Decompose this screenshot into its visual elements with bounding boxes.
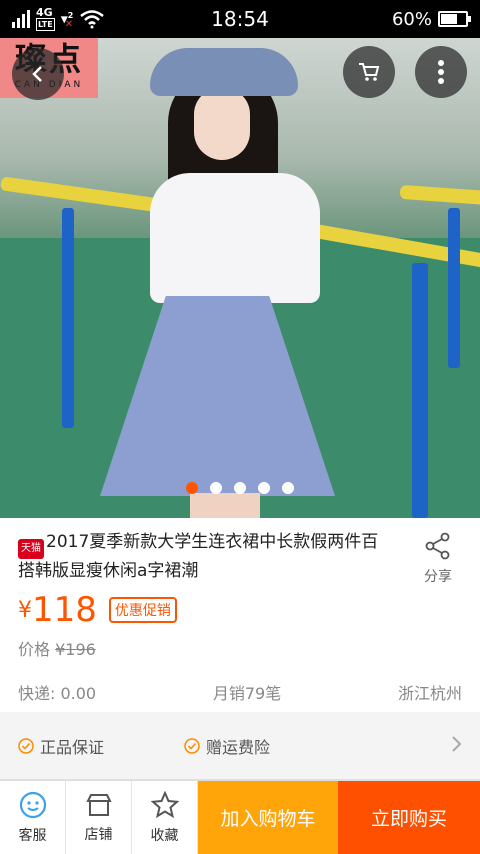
shipping-fee: 快递: 0.00 bbox=[18, 684, 97, 703]
product-image-carousel[interactable]: 璨点 CAN DIAN bbox=[0, 38, 480, 518]
carousel-dot[interactable] bbox=[210, 482, 222, 494]
price-row: ¥ 118 优惠促销 bbox=[18, 590, 177, 630]
battery-percent: 60% bbox=[391, 8, 432, 30]
service-authentic: 正品保证 bbox=[18, 734, 184, 758]
favorite-label: 收藏 bbox=[150, 827, 179, 844]
store-label: 店铺 bbox=[84, 826, 113, 843]
service-label: 正品保证 bbox=[40, 737, 105, 757]
customer-service-button[interactable]: 客服 bbox=[0, 781, 66, 854]
carousel-dot-active[interactable] bbox=[186, 482, 198, 494]
ship-from-location: 浙江杭州 bbox=[397, 684, 462, 703]
promo-badge: 优惠促销 bbox=[108, 597, 177, 623]
more-button[interactable] bbox=[415, 46, 467, 98]
status-bar: 4G LTE ▾2 ✕ 18:54 60% bbox=[0, 0, 480, 38]
photo-bar bbox=[399, 184, 480, 206]
carousel-dot[interactable] bbox=[282, 482, 294, 494]
model-hat bbox=[150, 48, 298, 96]
carousel-indicator[interactable] bbox=[0, 482, 480, 494]
status-right: 60% bbox=[391, 8, 471, 30]
store-icon bbox=[85, 793, 112, 816]
cart-button[interactable] bbox=[343, 46, 395, 98]
add-to-cart-button[interactable]: 加入购物车 bbox=[198, 781, 338, 854]
price-value: 118 bbox=[32, 590, 97, 630]
photo-post bbox=[412, 263, 428, 518]
customer-service-icon bbox=[19, 791, 46, 818]
delivery-info-row: 快递: 0.00 月销79笔 浙江杭州 bbox=[0, 680, 480, 704]
cart-icon bbox=[359, 63, 380, 81]
star-icon bbox=[150, 790, 179, 818]
store-button[interactable]: 店铺 bbox=[66, 781, 132, 854]
chevron-left-icon bbox=[32, 66, 42, 82]
original-price-row: 价格 ¥196 bbox=[18, 636, 96, 660]
check-circle-icon bbox=[184, 737, 200, 754]
photo-bar bbox=[0, 176, 171, 214]
sim2-signal-icon: ▾2 ✕ bbox=[61, 11, 74, 30]
share-button[interactable]: 分享 bbox=[416, 532, 460, 586]
network-sub-label: LTE bbox=[36, 18, 55, 31]
no-signal-icon: ✕ bbox=[64, 18, 74, 30]
chevron-right-icon bbox=[450, 735, 462, 757]
photo-post bbox=[62, 208, 74, 428]
back-button[interactable] bbox=[12, 48, 64, 100]
tmall-badge-icon: 天猫 bbox=[18, 539, 44, 559]
price-symbol: ¥ bbox=[18, 597, 32, 623]
share-label: 分享 bbox=[424, 569, 452, 585]
customer-service-label: 客服 bbox=[18, 827, 47, 844]
network-type: 4G LTE bbox=[36, 7, 55, 31]
signal-icon bbox=[12, 10, 30, 28]
product-title-text: 2017夏季新款大学生连衣裙中长款假两件百搭韩版显瘦休闲a字裙潮 bbox=[18, 532, 379, 581]
model-shirt bbox=[150, 173, 320, 303]
wifi-icon bbox=[80, 10, 105, 29]
bottom-action-bar: 客服 店铺 收藏 加入购物车 立即购买 bbox=[0, 780, 480, 854]
monthly-sales: 月销79笔 bbox=[212, 684, 282, 703]
carousel-dot[interactable] bbox=[234, 482, 246, 494]
network-label: 4G bbox=[36, 6, 53, 19]
status-left: 4G LTE ▾2 ✕ bbox=[12, 7, 105, 31]
check-circle-icon bbox=[18, 737, 34, 754]
model-legs bbox=[190, 493, 260, 518]
tmall-badge-label: 天猫 bbox=[21, 543, 41, 554]
battery-icon bbox=[438, 11, 471, 27]
service-guarantee-row[interactable]: 正品保证 赠运费险 bbox=[0, 712, 480, 780]
original-price-label: 价格 bbox=[18, 640, 51, 659]
share-icon bbox=[425, 532, 450, 560]
service-shipping-insurance: 赠运费险 bbox=[184, 734, 270, 758]
product-title-row: 天猫 2017夏季新款大学生连衣裙中长款假两件百搭韩版显瘦休闲a字裙潮 分享 bbox=[0, 518, 480, 585]
original-price: ¥196 bbox=[55, 640, 96, 659]
product-title: 天猫 2017夏季新款大学生连衣裙中长款假两件百搭韩版显瘦休闲a字裙潮 bbox=[18, 530, 388, 583]
favorite-button[interactable]: 收藏 bbox=[132, 781, 198, 854]
battery-fill bbox=[441, 14, 457, 24]
model-face bbox=[194, 88, 250, 160]
service-label: 赠运费险 bbox=[206, 737, 271, 757]
carousel-dot[interactable] bbox=[258, 482, 270, 494]
buy-now-button[interactable]: 立即购买 bbox=[338, 781, 480, 854]
more-vertical-icon bbox=[438, 60, 444, 84]
photo-post bbox=[448, 208, 460, 368]
